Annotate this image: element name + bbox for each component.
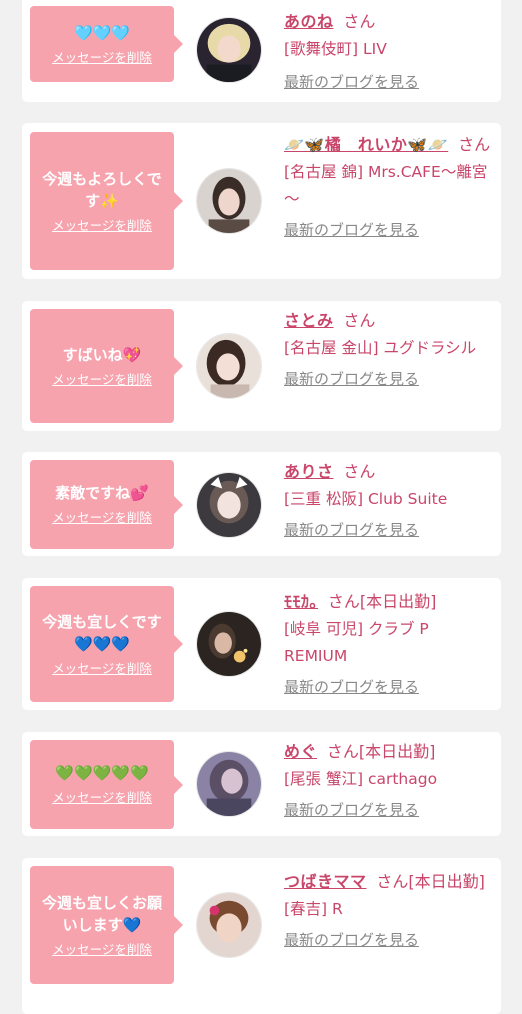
- avatar-image: [197, 893, 261, 957]
- cast-info: つばきママ さん[本日出勤] [春吉] R 最新のブログを見る: [284, 868, 493, 950]
- cast-info: 🪐🦋橘 れいか🦋🪐 さん [名古屋 錦] Mrs.CAFE～離宮～ 最新のブログ…: [284, 131, 493, 240]
- delete-message-link[interactable]: メッセージを削除: [52, 371, 152, 389]
- cast-name-link[interactable]: つばきママ: [284, 872, 367, 891]
- honorific: さん[本日出勤]: [327, 592, 437, 611]
- message-card: 今週もよろしくです✨ メッセージを削除 🪐🦋橘 れいか🦋🪐 さん [名古屋 錦]…: [22, 123, 501, 279]
- message-text: 今週も宜しくです💙💙💙: [42, 612, 162, 653]
- message-card: 今週も宜しくお願いします💙 メッセージを削除 つばきママ さん[本日出勤] [春…: [22, 858, 501, 1014]
- avatar-image: [197, 473, 261, 537]
- honorific: さん: [343, 462, 376, 481]
- avatar[interactable]: [196, 892, 262, 958]
- avatar[interactable]: [196, 17, 262, 83]
- avatar-image: [197, 752, 261, 816]
- delete-message-link[interactable]: メッセージを削除: [52, 49, 152, 67]
- message-bubble: 💚💚💚💚💚 メッセージを削除: [30, 740, 183, 829]
- message-card: 今週も宜しくです💙💙💙 メッセージを削除 ﾓﾓｶ｡ さん[本日出勤] [岐阜 可…: [22, 578, 501, 710]
- message-bubble: 今週も宜しくお願いします💙 メッセージを削除: [30, 866, 183, 984]
- cast-info: めぐ さん[本日出勤] [尾張 蟹江] carthago 最新のブログを見る: [284, 738, 493, 820]
- honorific: さん: [343, 311, 376, 330]
- avatar-image: [197, 334, 261, 398]
- shop-location: [名古屋 金山] ユグドラシル: [284, 339, 477, 357]
- delete-message-link[interactable]: メッセージを削除: [52, 217, 152, 235]
- message-bubble: 今週もよろしくです✨ メッセージを削除: [30, 132, 183, 270]
- latest-blog-link[interactable]: 最新のブログを見る: [284, 799, 419, 820]
- message-card: 💚💚💚💚💚 メッセージを削除 めぐ さん[本日出勤] [尾張 蟹江] carth…: [22, 732, 501, 836]
- avatar-image: [197, 18, 261, 82]
- honorific: さん: [343, 12, 376, 31]
- honorific: さん[本日出勤]: [326, 742, 436, 761]
- honorific: さん: [458, 135, 491, 154]
- honorific: さん[本日出勤]: [376, 872, 485, 891]
- message-text: すばいね💖: [62, 345, 142, 364]
- cast-name-link[interactable]: ありさ: [284, 462, 334, 481]
- cast-info: あのね さん [歌舞伎町] LIV 最新のブログを見る: [284, 8, 493, 92]
- message-bubble: 素敵ですね💕 メッセージを削除: [30, 460, 183, 549]
- message-text: 今週も宜しくお願いします💙: [41, 893, 162, 934]
- avatar[interactable]: [196, 168, 262, 234]
- message-text: 💚💚💚💚💚: [55, 764, 149, 782]
- cast-name-link[interactable]: めぐ: [284, 742, 317, 761]
- message-text: 今週もよろしくです✨: [42, 169, 162, 210]
- delete-message-link[interactable]: メッセージを削除: [52, 941, 152, 959]
- message-bubble: 今週も宜しくです💙💙💙 メッセージを削除: [30, 586, 183, 702]
- cast-name-link[interactable]: ﾓﾓｶ｡: [284, 592, 318, 611]
- cast-name-link[interactable]: 🪐🦋橘 れいか🦋🪐: [284, 135, 448, 154]
- cast-info: さとみ さん [名古屋 金山] ユグドラシル 最新のブログを見る: [284, 307, 493, 389]
- latest-blog-link[interactable]: 最新のブログを見る: [284, 219, 419, 240]
- message-bubble: すばいね💖 メッセージを削除: [30, 309, 183, 423]
- shop-location: [春吉] R: [284, 900, 343, 918]
- latest-blog-link[interactable]: 最新のブログを見る: [284, 929, 419, 950]
- message-text: 素敵ですね💕: [55, 484, 149, 502]
- message-card: すばいね💖 メッセージを削除 さとみ さん [名古屋 金山] ユグドラシル 最新…: [22, 301, 501, 431]
- cast-info: ありさ さん [三重 松阪] Club Suite 最新のブログを見る: [284, 458, 493, 540]
- avatar[interactable]: [196, 611, 262, 677]
- message-card: 素敵ですね💕 メッセージを削除 ありさ さん [三重 松阪] Club Suit…: [22, 452, 501, 556]
- shop-location: [尾張 蟹江] carthago: [284, 770, 438, 788]
- shop-location: [三重 松阪] Club Suite: [284, 490, 448, 508]
- shop-location: [歌舞伎町] LIV: [284, 40, 387, 58]
- cast-name-link[interactable]: さとみ: [284, 311, 334, 330]
- cast-name-link[interactable]: あのね: [284, 12, 334, 31]
- latest-blog-link[interactable]: 最新のブログを見る: [284, 519, 419, 540]
- avatar[interactable]: [196, 333, 262, 399]
- shop-location: [岐阜 可児] クラブ PREMIUM: [284, 620, 429, 665]
- message-bubble: 🩵🩵🩵 メッセージを削除: [30, 6, 183, 82]
- latest-blog-link[interactable]: 最新のブログを見る: [284, 368, 419, 389]
- avatar-image: [197, 169, 261, 233]
- message-text: 🩵🩵🩵: [73, 23, 131, 42]
- avatar-image: [197, 612, 261, 676]
- delete-message-link[interactable]: メッセージを削除: [52, 660, 152, 678]
- message-card: 🩵🩵🩵 メッセージを削除 あのね さん [歌舞伎町] LIV 最新のブログを見る: [22, 0, 501, 102]
- delete-message-link[interactable]: メッセージを削除: [52, 509, 152, 527]
- cast-info: ﾓﾓｶ｡ さん[本日出勤] [岐阜 可児] クラブ PREMIUM 最新のブログ…: [284, 588, 493, 697]
- delete-message-link[interactable]: メッセージを削除: [52, 789, 152, 807]
- latest-blog-link[interactable]: 最新のブログを見る: [284, 676, 419, 697]
- avatar[interactable]: [196, 751, 262, 817]
- avatar[interactable]: [196, 472, 262, 538]
- latest-blog-link[interactable]: 最新のブログを見る: [284, 71, 419, 92]
- shop-location: [名古屋 錦] Mrs.CAFE～離宮～: [284, 163, 488, 208]
